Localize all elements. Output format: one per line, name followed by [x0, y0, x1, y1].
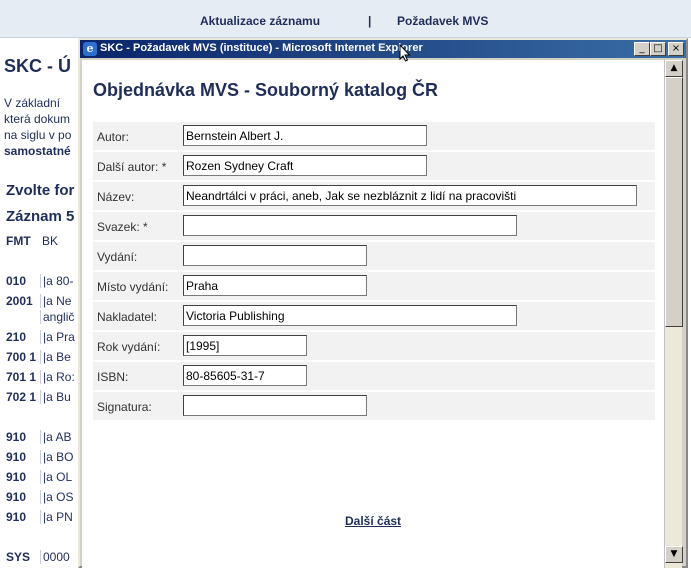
form-row-other-author: Další autor: * [93, 152, 655, 180]
table-row: anglič [0, 308, 80, 326]
background-paragraph: V základní která dokum na siglu v po sam… [4, 95, 71, 159]
table-row: 010 |a 80- [0, 272, 80, 290]
table-row: 910 |a OS [0, 488, 80, 506]
field-label: Nakladatel: [97, 310, 158, 324]
author-input[interactable] [183, 125, 427, 146]
table-row: 910 |a AB [0, 428, 80, 446]
field-label: ISBN: [97, 370, 129, 384]
row-tag: 210 [6, 330, 27, 344]
close-button[interactable]: × [668, 42, 684, 56]
row-value: |a 80- [40, 274, 73, 288]
background-heading-record: Záznam 5 [6, 208, 75, 225]
row-tag: 2001 [6, 294, 33, 308]
popup-window: e SKC - Požadavek MVS (instituce) - Micr… [78, 38, 688, 568]
table-row: 910 |a PN [0, 508, 80, 526]
form-row-title: Název: [93, 182, 655, 210]
column-header-fmt: FMT [6, 234, 31, 248]
field-label: Rok vydání: [97, 340, 161, 354]
row-tag: 910 [6, 450, 27, 464]
para-line-3: na siglu v po [4, 128, 72, 142]
scroll-up-arrow-icon[interactable]: ▲ [665, 60, 683, 77]
form-heading: Objednávka MVS - Souborný katalog ČR [93, 80, 439, 100]
row-tag: 910 [6, 470, 27, 484]
row-tag: 702 1 [6, 390, 37, 404]
nav-update-record-link[interactable]: Aktualizace záznamu [200, 14, 320, 28]
maximize-button[interactable]: □ [650, 42, 666, 56]
table-row: SYS 0000 [0, 548, 80, 566]
signature-input[interactable] [183, 395, 367, 416]
isbn-input[interactable] [183, 365, 307, 386]
form-row-year: Rok vydání: [93, 332, 655, 360]
field-label: Svazek: * [97, 220, 148, 234]
form-row-signature: Signatura: [93, 392, 655, 420]
nav-mvs-request-link[interactable]: Požadavek MVS [397, 14, 488, 28]
column-header-bk: BK [42, 234, 59, 248]
field-label: Vydání: [97, 250, 138, 264]
mouse-cursor-icon [399, 44, 411, 62]
row-tag: 700 1 [6, 350, 37, 364]
row-value: 0000 [40, 550, 70, 564]
form-row-place: Místo vydání: [93, 272, 655, 300]
title-input[interactable] [183, 185, 637, 206]
scroll-down-arrow-icon[interactable]: ▼ [665, 546, 683, 563]
form-row-publisher: Nakladatel: [93, 302, 655, 330]
window-content: Objednávka MVS - Souborný katalog ČR Aut… [82, 60, 664, 568]
row-tag: SYS [6, 550, 31, 564]
year-input[interactable] [183, 335, 307, 356]
scrollbar-thumb[interactable] [665, 77, 683, 327]
field-label: Autor: [97, 130, 130, 144]
window-titlebar[interactable]: e SKC - Požadavek MVS (instituce) - Micr… [80, 40, 686, 58]
vertical-scrollbar[interactable]: ▲ ▼ [664, 60, 683, 568]
para-line-1: V základní [4, 96, 61, 110]
table-row: 910 |a BO [0, 448, 80, 466]
form-row-isbn: ISBN: [93, 362, 655, 390]
para-line-2: která dokum [4, 112, 71, 126]
form-row-edition: Vydání: [93, 242, 655, 270]
row-value: |a Bu [40, 390, 71, 404]
edition-input[interactable] [183, 245, 367, 266]
row-value: anglič [40, 310, 74, 324]
table-row: 700 1 |a Be [0, 348, 80, 366]
table-row: 910 |a OL [0, 468, 80, 486]
row-value: |a Be [40, 350, 71, 364]
row-value: |a OS [40, 490, 73, 504]
row-tag: 910 [6, 490, 27, 504]
table-row: 702 1 |a Bu [0, 388, 80, 406]
table-row: 701 1 |a Ro: [0, 368, 80, 386]
row-tag: 910 [6, 510, 27, 524]
row-value: |a Ro: [40, 370, 75, 384]
field-label: Místo vydání: [97, 280, 169, 294]
next-part-link[interactable]: Další část [345, 514, 401, 528]
order-form: Autor: Další autor: * Název: Svazek: * V… [93, 122, 655, 422]
background-page-title: SKC - Ú [4, 56, 71, 76]
row-value: |a Pra [40, 330, 75, 344]
row-tag: 910 [6, 430, 27, 444]
publisher-input[interactable] [183, 305, 517, 326]
place-input[interactable] [183, 275, 367, 296]
form-row-volume: Svazek: * [93, 212, 655, 240]
field-label: Další autor: * [97, 160, 167, 174]
row-value: |a BO [40, 450, 73, 464]
row-tag: 010 [6, 274, 27, 288]
nav-separator: | [368, 14, 372, 28]
ie-icon: e [83, 42, 97, 56]
field-label: Název: [97, 190, 135, 204]
field-label: Signatura: [97, 400, 152, 414]
minimize-button[interactable]: _ [634, 42, 650, 56]
row-value: |a PN [40, 510, 73, 524]
row-tag: 701 1 [6, 370, 37, 384]
background-top-nav: Aktualizace záznamu | Požadavek MVS [0, 0, 691, 38]
row-value: |a Ne [40, 294, 71, 308]
row-value: |a AB [40, 430, 71, 444]
window-title: SKC - Požadavek MVS (instituce) - Micros… [100, 42, 423, 54]
background-heading-format: Zvolte for [6, 182, 75, 199]
para-line-4: samostatné [4, 144, 71, 158]
form-row-author: Autor: [93, 122, 655, 150]
table-row: 210 |a Pra [0, 328, 80, 346]
volume-input[interactable] [183, 215, 517, 236]
row-value: |a OL [40, 470, 72, 484]
other-author-input[interactable] [183, 155, 427, 176]
